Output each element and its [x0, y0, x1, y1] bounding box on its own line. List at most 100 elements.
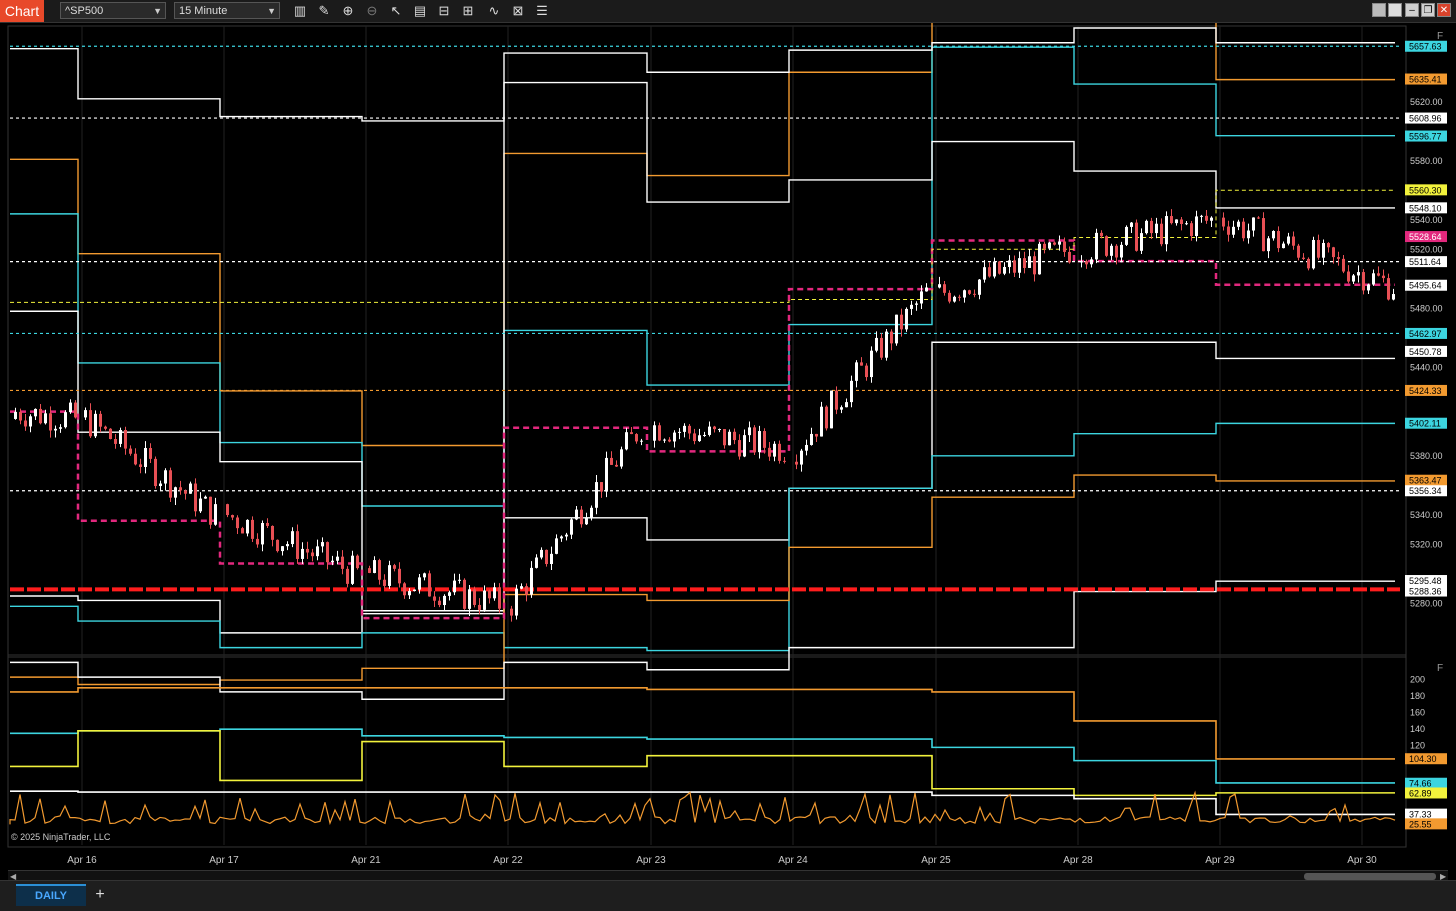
properties-icon[interactable]: ☰: [534, 3, 550, 19]
candle-body: [718, 429, 721, 431]
candle-body: [865, 365, 868, 378]
candle-body: [758, 431, 761, 453]
window-pin-icon[interactable]: [1372, 3, 1386, 17]
price-label: 5635.41: [1409, 75, 1442, 85]
y-tick-label: 5620.00: [1410, 97, 1443, 107]
candle-body: [1317, 239, 1320, 258]
y-tick-label: 5280.00: [1410, 598, 1443, 608]
candle-body: [94, 413, 97, 437]
zoom-out-icon[interactable]: ⊖: [364, 3, 380, 19]
candle-body: [34, 408, 37, 417]
candle-body: [678, 431, 681, 433]
candle-body: [266, 522, 269, 526]
candle-body: [383, 579, 386, 586]
minimize-icon[interactable]: –: [1405, 3, 1419, 17]
candle-body: [1165, 216, 1168, 245]
candle-body: [246, 519, 249, 534]
candle-body: [64, 412, 67, 428]
candle-body: [575, 509, 578, 520]
candle-body: [520, 586, 523, 589]
candle-body: [301, 548, 304, 559]
candle-body: [154, 458, 157, 487]
pointer-icon[interactable]: ↖: [388, 3, 404, 19]
candle-body: [1013, 260, 1016, 273]
candle-body: [1205, 215, 1208, 221]
candle-body: [311, 552, 314, 557]
zoom-in-icon[interactable]: ⊕: [340, 3, 356, 19]
candle-body: [438, 600, 441, 606]
candle-body: [1018, 258, 1021, 273]
candle-body: [1327, 242, 1330, 248]
candle-body: [600, 482, 603, 492]
chart-canvas[interactable]: Apr 16 Apr 17 Apr 21 Apr 22 Apr 23 Apr 24 Apr …: [0, 23, 1456, 869]
price-label: 5495.64: [1409, 281, 1442, 291]
candle-body: [845, 402, 848, 408]
indicator-line: [10, 687, 1395, 760]
candle-body: [1200, 215, 1203, 217]
templates-icon[interactable]: ⊞: [460, 3, 476, 19]
candle-body: [69, 402, 72, 413]
panel-flag[interactable]: F: [1437, 663, 1443, 674]
instrument-selector[interactable]: ^SP500 ▼: [60, 2, 166, 19]
candle-body: [393, 565, 396, 569]
candle-body: [595, 482, 598, 508]
candle-body: [1342, 258, 1345, 272]
candle-body: [1232, 226, 1235, 235]
maximize-icon[interactable]: ❐: [1421, 3, 1435, 17]
x-tick-label: Apr 17: [209, 855, 239, 866]
candle-body: [44, 413, 47, 424]
strategies-icon[interactable]: ⊠: [510, 3, 526, 19]
chevron-down-icon: ▼: [267, 6, 276, 16]
chart-trader-icon[interactable]: ⊟: [436, 3, 452, 19]
data-box-icon[interactable]: ▤: [412, 3, 428, 19]
candle-body: [963, 290, 966, 298]
candle-body: [565, 534, 568, 537]
candle-body: [398, 568, 401, 584]
candle-body: [905, 308, 908, 330]
price-label: 5657.63: [1409, 42, 1442, 52]
y-tick-label: 5520.00: [1410, 244, 1443, 254]
candle-body: [488, 590, 491, 599]
candle-body: [525, 586, 528, 595]
candle-body: [74, 402, 77, 418]
candle-body: [54, 428, 57, 431]
scroll-thumb[interactable]: [1304, 873, 1436, 880]
candle-body: [1190, 223, 1193, 237]
interval-selector[interactable]: 15 Minute ▼: [174, 2, 280, 19]
candle-body: [1120, 244, 1123, 258]
indicators-icon[interactable]: ∿: [486, 3, 502, 19]
panel-flag[interactable]: F: [1437, 31, 1443, 42]
candle-body: [1150, 220, 1153, 234]
candle-body: [850, 380, 853, 403]
candle-body: [149, 448, 152, 459]
candle-body: [159, 483, 162, 487]
window-tile-icon[interactable]: [1388, 3, 1402, 17]
candle-body: [1247, 230, 1250, 239]
candle-body: [1307, 258, 1310, 269]
price-label: 74.66: [1409, 779, 1432, 789]
candle-body: [174, 487, 177, 498]
candle-body: [988, 267, 991, 277]
candle-body: [179, 487, 182, 491]
drawing-tools-icon[interactable]: ✎: [316, 3, 332, 19]
close-icon[interactable]: ✕: [1437, 3, 1451, 17]
candle-body: [271, 525, 274, 540]
candle-body: [19, 411, 22, 421]
bar-type-icon[interactable]: ▥: [292, 3, 308, 19]
candle-body: [825, 406, 828, 429]
candle-body: [1033, 256, 1036, 275]
chevron-down-icon: ▼: [153, 6, 162, 16]
candle-body: [1095, 232, 1098, 260]
candle-body: [795, 461, 798, 465]
candle-body: [448, 592, 451, 596]
candle-body: [281, 546, 284, 552]
add-tab-button[interactable]: +: [92, 884, 108, 906]
candle-body: [968, 290, 971, 294]
candle-body: [870, 350, 873, 378]
candle-body: [1252, 217, 1255, 231]
tab-daily[interactable]: DAILY: [16, 884, 86, 906]
candle-body: [1100, 232, 1103, 237]
candle-body: [1262, 218, 1265, 252]
candle-body: [336, 556, 339, 561]
candle-body: [925, 287, 928, 292]
